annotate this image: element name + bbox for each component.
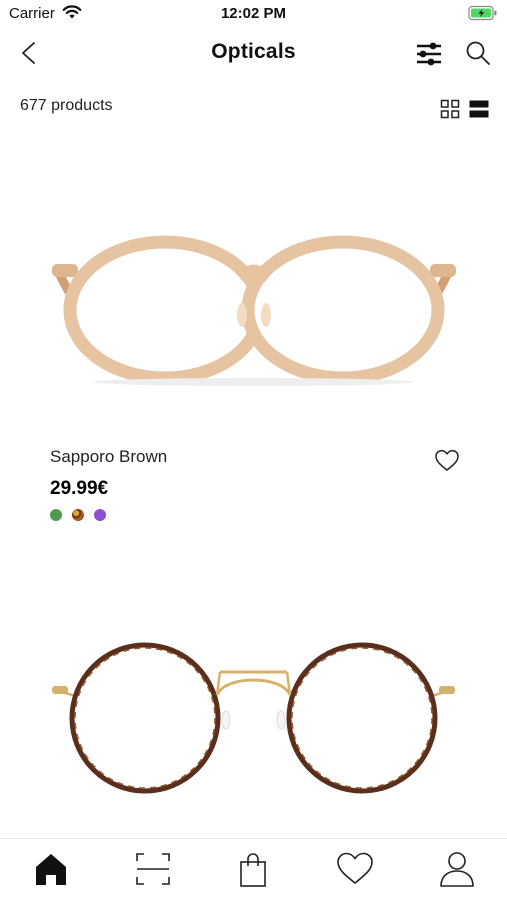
heart-icon xyxy=(337,852,373,884)
home-icon xyxy=(36,854,66,885)
tab-bag[interactable] xyxy=(233,849,273,889)
grid-view-icon[interactable] xyxy=(440,99,460,119)
shopping-bag-icon xyxy=(240,853,266,887)
tab-scan[interactable] xyxy=(133,849,173,889)
swatch-purple[interactable] xyxy=(94,509,106,521)
tab-bar xyxy=(0,838,507,901)
tab-favorites[interactable] xyxy=(335,849,375,889)
product-card[interactable]: Sapporo Brown 29.99€ xyxy=(0,150,507,540)
product-count: 677 products xyxy=(20,97,113,114)
product-name[interactable]: Sapporo Brown xyxy=(50,447,167,467)
scan-icon xyxy=(136,853,170,885)
battery-icon xyxy=(468,5,497,21)
color-swatches xyxy=(50,509,106,521)
status-bar: Carrier 12:02 PM xyxy=(0,0,507,28)
navigation-bar: Opticals xyxy=(0,28,507,78)
product-image-tortoise-round-glasses[interactable] xyxy=(0,560,507,835)
tab-profile[interactable] xyxy=(437,849,477,889)
favorite-heart-icon[interactable] xyxy=(434,448,460,474)
product-price: 29.99€ xyxy=(50,478,109,499)
clock: 12:02 PM xyxy=(220,5,287,22)
filter-sliders-icon[interactable] xyxy=(414,40,444,68)
profile-icon xyxy=(440,852,474,887)
tab-home[interactable] xyxy=(31,849,71,889)
product-card[interactable] xyxy=(0,560,507,835)
search-icon[interactable] xyxy=(464,39,492,67)
list-view-icon[interactable] xyxy=(469,99,489,119)
swatch-tortoise[interactable] xyxy=(72,509,84,521)
swatch-green[interactable] xyxy=(50,509,62,521)
product-image-round-glasses[interactable] xyxy=(0,150,507,430)
